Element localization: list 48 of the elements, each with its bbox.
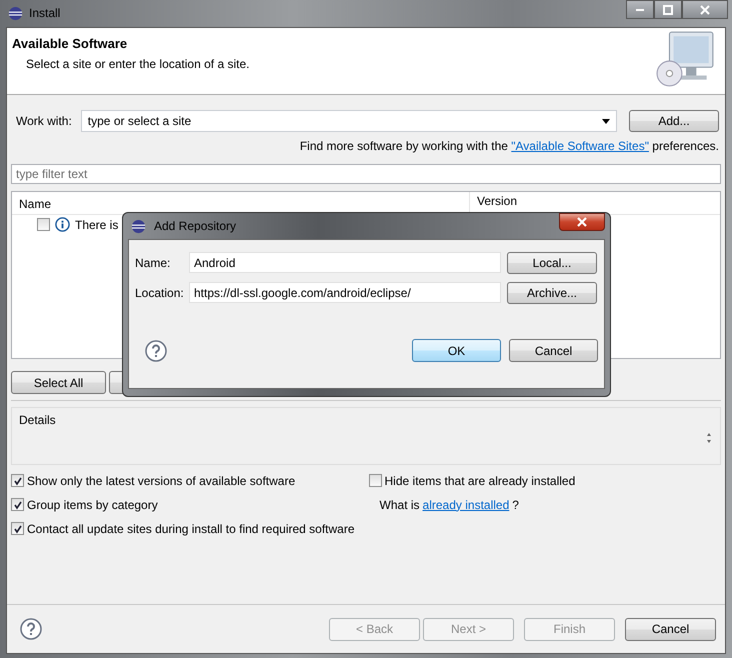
minimize-icon	[636, 8, 644, 10]
browse-button[interactable]: Local...	[507, 252, 597, 274]
option-label: Hide items that are already installed	[384, 474, 576, 488]
details-label: Details	[19, 413, 56, 429]
field-label: Name:	[135, 256, 172, 270]
window-title: Install	[29, 6, 60, 20]
page-title: Available Software	[12, 36, 128, 51]
sites-note: Find more software by working with the "Available Software Sites" preferences.	[298, 139, 720, 153]
minimize-button[interactable]	[626, 0, 654, 19]
close-icon	[577, 217, 587, 227]
input-field[interactable]: Android	[189, 252, 501, 273]
option-checkbox[interactable]	[11, 498, 24, 511]
input-field[interactable]: https://dl-ssl.google.com/android/eclipse/	[189, 282, 501, 303]
row-text: There is	[75, 218, 118, 232]
work-with-label: Work with:	[16, 114, 72, 128]
browse-button[interactable]: Archive...	[507, 282, 597, 304]
already-installed-link[interactable]: already installed	[422, 498, 510, 512]
scroll-arrows-icon[interactable]	[706, 432, 712, 444]
option-checkbox[interactable]	[11, 474, 24, 487]
installed-note: What is already installed ?	[378, 497, 520, 512]
maximize-button[interactable]	[654, 0, 682, 19]
page-description: Select a site or enter the location of a site.	[26, 57, 250, 71]
close-button[interactable]	[559, 213, 605, 231]
field-label: Location:	[135, 286, 185, 300]
maximize-icon	[663, 4, 673, 14]
option-label: Contact all update sites during install to find required software	[27, 522, 355, 536]
filter-field[interactable]: type filter text	[11, 164, 721, 184]
dialog-button[interactable]: OK	[412, 339, 501, 362]
option-label: Group items by category	[27, 498, 158, 512]
close-icon	[700, 4, 710, 14]
option-checkbox[interactable]	[368, 474, 382, 487]
row-checkbox[interactable]	[37, 218, 50, 231]
option-checkbox[interactable]	[11, 522, 24, 535]
eclipse-logo-icon	[131, 218, 146, 234]
dialog-button[interactable]: Cancel	[509, 339, 598, 362]
dialog-title: Add Repository	[154, 219, 236, 233]
eclipse-logo-icon	[8, 6, 23, 20]
column-header[interactable]: Version	[470, 192, 518, 208]
option-label: Show only the latest versions of available software	[27, 474, 296, 488]
info-icon	[55, 217, 70, 232]
add-button[interactable]: Add...	[629, 110, 719, 132]
wizard-button[interactable]: Cancel	[625, 618, 716, 640]
site-combo-box[interactable]: type or select a site	[80, 110, 617, 132]
help-icon[interactable]	[145, 340, 167, 362]
available-software-sites-link[interactable]: "Available Software Sites"	[511, 139, 649, 153]
close-button[interactable]	[682, 0, 728, 19]
help-icon[interactable]	[20, 618, 42, 640]
select-all-button[interactable]: Select All	[11, 371, 106, 394]
